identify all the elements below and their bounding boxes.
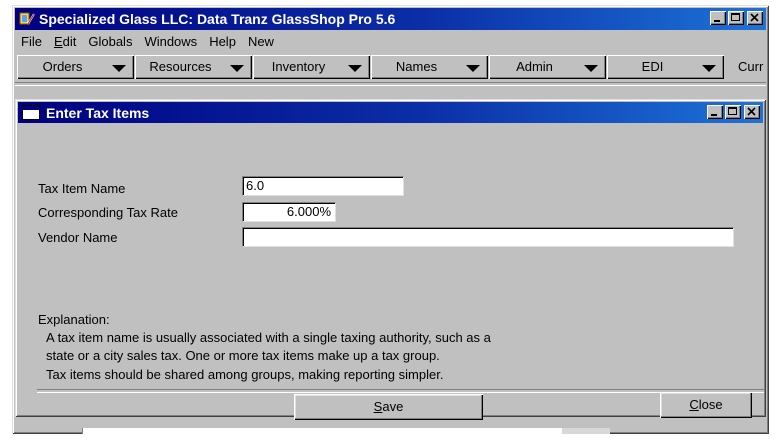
dropdown-arrow-icon [584,65,598,72]
toolbar-button-label: Orders [42,59,83,74]
tax-item-name-field[interactable]: 6.0 [242,176,404,196]
explanation-line: A tax item name is usually associated wi… [46,330,491,345]
toolbar-orders-button[interactable]: Orders [17,55,134,79]
toolbar-names-button[interactable]: Names [371,55,488,79]
toolbar: Orders Resources Inventory Names Admin E… [15,54,766,80]
tax-item-name-label: Tax Item Name [38,181,126,196]
close-button-label: Close [689,397,723,412]
menu-file[interactable]: File [15,32,48,52]
vendor-name-field[interactable] [242,227,734,247]
explanation-line: state or a city sales tax. One or more t… [46,348,440,363]
tax-rate-field[interactable]: 6.000% [242,202,336,222]
toolbar-button-label: Resources [149,59,212,74]
minimize-button[interactable] [710,11,726,25]
dropdown-arrow-icon [702,65,716,72]
maximize-button[interactable] [728,11,744,25]
explanation-heading: Explanation: [38,312,110,327]
menu-windows[interactable]: Windows [138,32,203,52]
close-window-button[interactable] [747,11,763,25]
menu-new[interactable]: New [242,32,280,52]
save-button-label: Save [373,399,404,414]
toolbar-resources-button[interactable]: Resources [135,55,252,79]
toolbar-edi-button[interactable]: EDI [607,55,724,79]
menubar: File Edit Globals Windows Help New [15,32,280,52]
maximize-icon [728,107,737,115]
dropdown-arrow-icon [348,65,362,72]
window-title: Specialized Glass LLC: Data Tranz GlassS… [39,11,396,27]
close-icon [747,107,756,116]
main-titlebar[interactable]: Specialized Glass LLC: Data Tranz GlassS… [15,8,766,30]
button-divider [37,389,764,393]
dropdown-arrow-icon [230,65,244,72]
dialog-titlebar[interactable]: Enter Tax Items [18,102,763,123]
vendor-name-label: Vendor Name [38,230,118,245]
toolbar-overflow-text: Curr [738,59,764,74]
toolbar-inventory-button[interactable]: Inventory [253,55,370,79]
tax-rate-label: Corresponding Tax Rate [38,205,178,220]
dropdown-arrow-icon [466,65,480,72]
menu-help[interactable]: Help [203,32,242,52]
toolbar-button-label: Names [395,59,438,74]
toolbar-divider [15,82,766,86]
dropdown-arrow-icon [112,65,126,72]
background-panel [82,428,573,434]
explanation-line: Tax items should be shared among groups,… [46,367,444,382]
dialog-close-window-button[interactable] [744,105,760,119]
minimize-icon [711,114,717,116]
toolbar-button-label: Admin [516,59,553,74]
background-scrollbar [562,428,610,434]
toolbar-admin-button[interactable]: Admin [489,55,606,79]
maximize-icon [731,13,740,21]
minimize-icon [714,20,720,22]
toolbar-button-label: EDI [641,59,664,74]
close-button[interactable]: Close [660,392,752,418]
dialog-title: Enter Tax Items [46,105,150,121]
dialog-maximize-button[interactable] [725,105,741,119]
app-icon [19,12,35,25]
toolbar-button-label: Inventory [271,59,326,74]
close-icon [750,13,759,22]
window-icon [22,105,40,120]
menu-globals[interactable]: Globals [82,32,138,52]
dialog-minimize-button[interactable] [707,105,723,119]
save-button[interactable]: Save [294,394,483,420]
menu-edit[interactable]: Edit [48,32,82,52]
